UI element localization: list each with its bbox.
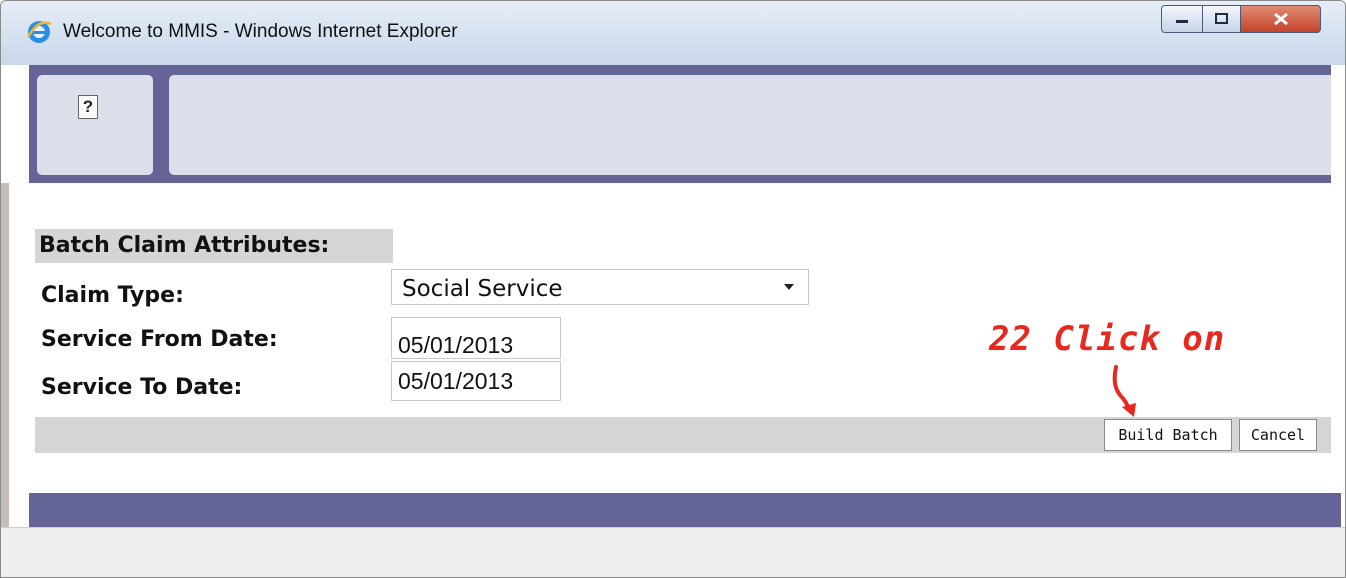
title-bar: Welcome to MMIS - Windows Internet Explo… (1, 1, 1345, 65)
footer-band (29, 493, 1341, 527)
service-to-date-field[interactable]: 05/01/2013 (391, 361, 561, 401)
window-frame-edge (1, 183, 9, 577)
help-icon[interactable]: ? (78, 95, 98, 119)
chevron-down-icon (784, 284, 794, 290)
minimize-icon (1176, 20, 1188, 23)
browser-window: Welcome to MMIS - Windows Internet Explo… (0, 0, 1346, 578)
ie-icon (26, 21, 52, 43)
claim-type-value: Social Service (402, 276, 563, 302)
maximize-icon (1214, 13, 1228, 24)
claim-type-select[interactable]: Social Service (391, 269, 809, 305)
service-from-date-field[interactable]: 05/01/2013 (391, 317, 561, 359)
annotation-arrow-icon (1112, 365, 1136, 417)
help-panel: ? (37, 75, 153, 175)
close-button[interactable] (1241, 5, 1321, 33)
cancel-button[interactable]: Cancel (1239, 419, 1317, 451)
section-title: Batch Claim Attributes: (35, 229, 393, 263)
maximize-button[interactable] (1203, 5, 1241, 33)
status-bar (1, 527, 1345, 577)
header-panel (169, 75, 1331, 175)
window-title: Welcome to MMIS - Windows Internet Explo… (63, 21, 458, 42)
minimize-button[interactable] (1161, 5, 1203, 33)
claim-type-label: Claim Type: (41, 283, 184, 308)
service-to-label: Service To Date: (41, 375, 243, 400)
close-icon (1273, 12, 1288, 26)
service-from-label: Service From Date: (41, 327, 278, 352)
build-batch-button[interactable]: Build Batch (1104, 419, 1232, 451)
window-controls (1161, 5, 1321, 35)
step-annotation: 22 Click on (989, 319, 1226, 359)
